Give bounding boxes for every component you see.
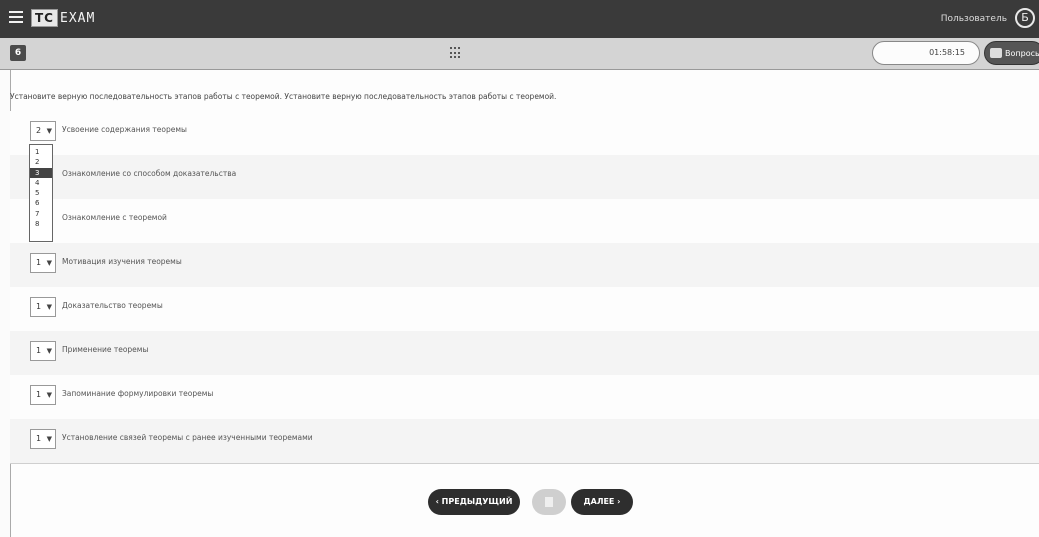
ordering-item-text: Доказательство теоремы xyxy=(62,301,163,310)
order-select[interactable]: 1 ▼ xyxy=(30,429,56,449)
ordering-item: 1 ▼ Применение теоремы xyxy=(10,331,1039,376)
previous-button[interactable]: ‹ ПРЕДЫДУЩИЙ xyxy=(428,489,520,515)
dropdown-option[interactable]: 5 xyxy=(30,188,52,198)
order-dropdown-list[interactable]: 1 2 3 4 5 6 7 8 xyxy=(29,144,53,242)
chevron-down-icon: ▼ xyxy=(46,127,52,135)
skip-button[interactable] xyxy=(532,489,566,515)
ordering-item: 1 ▼ Запоминание формулировки теоремы xyxy=(10,375,1039,420)
top-bar: TC EXAM Пользователь Б xyxy=(0,0,1039,38)
order-select-value: 1 xyxy=(36,258,42,267)
ordering-item-text: Ознакомление с теоремой xyxy=(62,213,167,222)
menu-icon[interactable] xyxy=(9,11,23,23)
questions-icon xyxy=(990,48,1002,58)
ordering-item-text: Применение теоремы xyxy=(62,345,149,354)
order-select-value: 1 xyxy=(36,302,42,311)
ordering-item-text: Установление связей теоремы с ранее изуч… xyxy=(62,433,313,442)
user-label[interactable]: Пользователь xyxy=(941,14,1007,24)
chevron-down-icon: ▼ xyxy=(46,435,52,443)
question-instruction: Установите верную последовательность эта… xyxy=(10,92,557,101)
dropdown-option[interactable]: 8 xyxy=(30,219,52,229)
ordering-item-text: Усвоение содержания теоремы xyxy=(62,125,187,134)
chevron-down-icon: ▼ xyxy=(46,259,52,267)
order-select-value: 1 xyxy=(36,390,42,399)
order-select-value: 1 xyxy=(36,346,42,355)
ordering-item: 1 ▼ Установление связей теоремы с ранее и… xyxy=(10,419,1039,464)
ordering-item: 1 ▼ Доказательство теоремы xyxy=(10,287,1039,332)
order-select[interactable]: 2 ▼ xyxy=(30,121,56,141)
ordering-item-text: Ознакомление со способом доказательства xyxy=(62,169,237,178)
order-select[interactable]: 1 ▼ xyxy=(30,341,56,361)
dropdown-option-highlighted[interactable]: 3 xyxy=(30,167,52,178)
dropdown-option[interactable]: 4 xyxy=(30,178,52,188)
logo-exam: EXAM xyxy=(60,10,96,26)
questions-button[interactable]: Вопросы xyxy=(984,41,1039,65)
order-select-value: 2 xyxy=(36,126,42,135)
ordering-item-text: Мотивация изучения теоремы xyxy=(62,257,182,266)
timer: 01:58:15 xyxy=(872,41,980,65)
chevron-down-icon: ▼ xyxy=(46,303,52,311)
chevron-down-icon: ▼ xyxy=(46,391,52,399)
dropdown-option[interactable]: 6 xyxy=(30,198,52,208)
order-select-value: 1 xyxy=(36,434,42,443)
ordering-item: 2 ▼ Усвоение содержания теоремы xyxy=(10,111,1039,156)
next-button[interactable]: ДАЛЕЕ › xyxy=(571,489,633,515)
flag-icon xyxy=(545,497,553,507)
ordering-item: Ознакомление с теоремой xyxy=(10,199,1039,244)
dropdown-option[interactable]: 1 xyxy=(30,147,52,157)
ordering-item: 1 ▼ Мотивация изучения теоремы xyxy=(10,243,1039,288)
order-select[interactable]: 1 ▼ xyxy=(30,297,56,317)
chevron-down-icon: ▼ xyxy=(46,347,52,355)
user-avatar-icon[interactable]: Б xyxy=(1015,8,1035,28)
order-select[interactable]: 1 ▼ xyxy=(30,385,56,405)
dropdown-option[interactable]: 7 xyxy=(30,209,52,219)
logo-tc: TC xyxy=(31,9,58,27)
dropdown-option[interactable]: 2 xyxy=(30,157,52,167)
order-select[interactable]: 1 ▼ xyxy=(30,253,56,273)
logo: TC EXAM xyxy=(31,9,96,27)
ordering-item-text: Запоминание формулировки теоремы xyxy=(62,389,214,398)
question-number-badge[interactable]: 6 xyxy=(10,45,26,61)
questions-button-label: Вопросы xyxy=(1005,49,1039,58)
ordering-item: Ознакомление со способом доказательства xyxy=(10,155,1039,200)
question-grid-icon[interactable] xyxy=(450,47,460,59)
